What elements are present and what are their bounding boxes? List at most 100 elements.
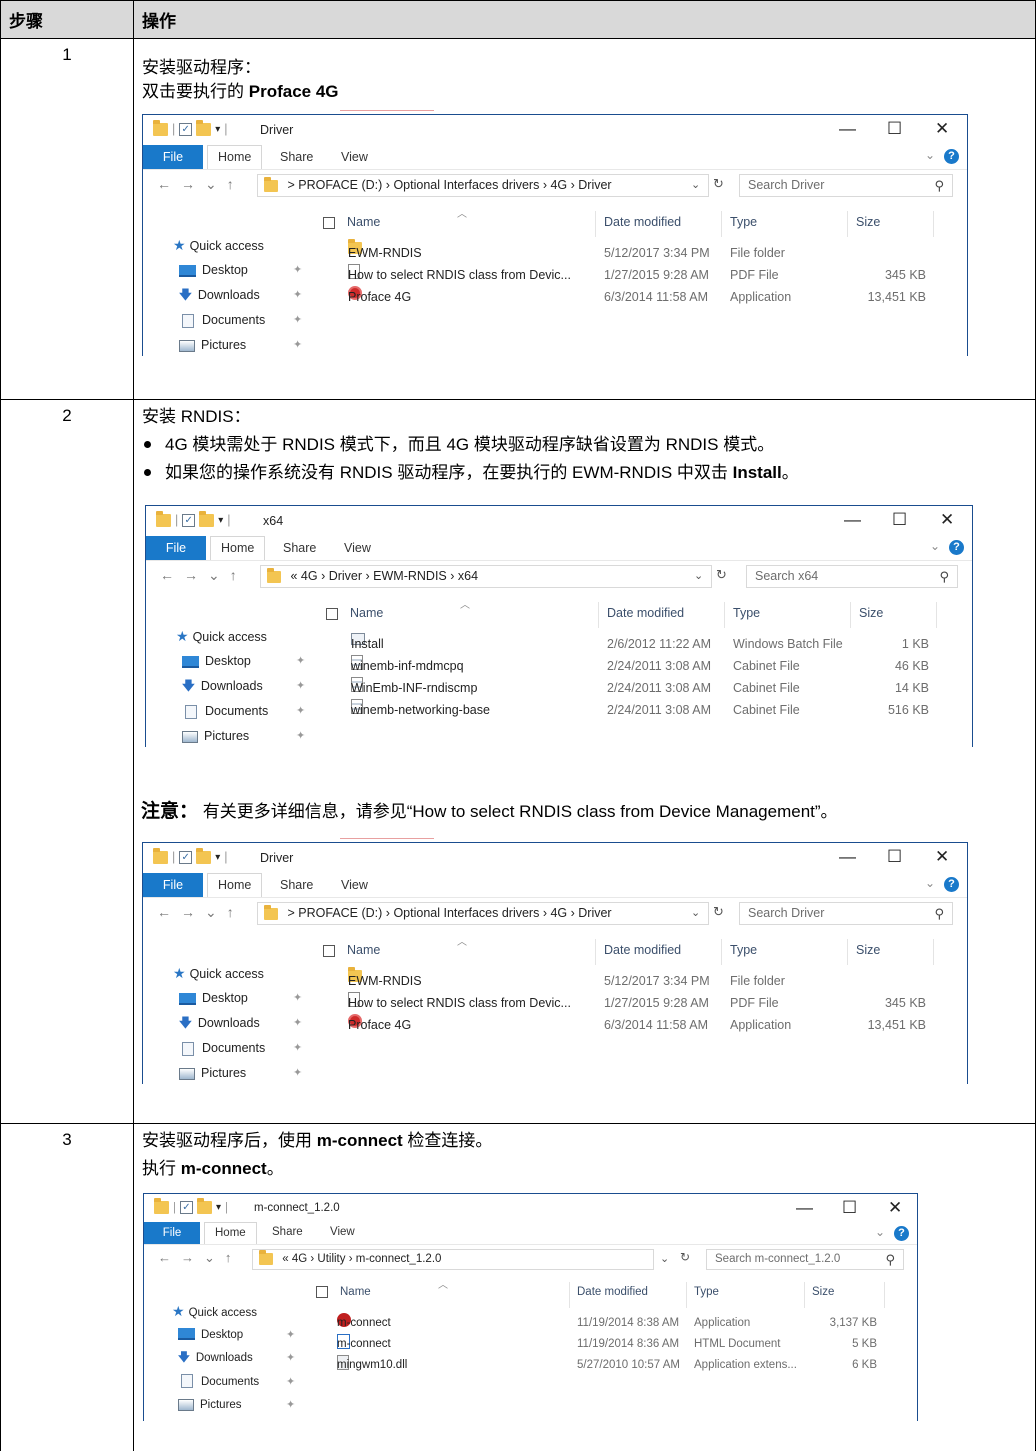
column-divider[interactable] (595, 939, 596, 965)
nav-item-downloads[interactable]: 🡇 Downloads ✦ (176, 674, 305, 699)
nav-item-pictures[interactable]: Pictures ✦ (173, 1061, 302, 1084)
file-row[interactable]: m-connect 11/19/2014 8:38 AM Application… (337, 1313, 897, 1334)
tab-home[interactable]: Home (207, 145, 263, 169)
maximize-icon[interactable]: ☐ (887, 847, 902, 867)
breadcrumb-item[interactable]: x64 (458, 569, 478, 583)
column-divider[interactable] (847, 211, 848, 237)
file-row[interactable]: Install 2/6/2012 11:22 AM Windows Batch … (351, 633, 951, 655)
select-all-checkbox[interactable] (326, 607, 338, 620)
chevron-down-icon[interactable]: ⌄ (925, 876, 935, 890)
address-bar[interactable]: « 4G › Utility › m-connect_1.2.0 (252, 1249, 654, 1270)
breadcrumb-item[interactable]: Driver (578, 178, 611, 192)
properties-icon[interactable]: ✓ (180, 1201, 193, 1214)
tab-share[interactable]: Share (272, 1226, 303, 1238)
minimize-icon[interactable]: — (839, 119, 856, 139)
refresh-icon[interactable]: ↻ (713, 904, 724, 920)
chevron-down-icon[interactable]: ⌄ (930, 539, 940, 553)
column-header-name[interactable]: Name (326, 606, 383, 620)
file-row[interactable]: EWM-RNDIS 5/12/2017 3:34 PM File folder (348, 239, 948, 264)
file-row[interactable]: EWM-RNDIS 5/12/2017 3:34 PM File folder (348, 967, 948, 992)
address-bar[interactable]: « 4G › Driver › EWM-RNDIS › x64 (260, 565, 712, 588)
customize-toolbar-icon[interactable]: ▾ (216, 1202, 221, 1213)
nav-item-documents[interactable]: Documents ✦ (176, 699, 305, 724)
column-header-name[interactable]: Name (323, 215, 380, 229)
column-header-size[interactable]: Size (856, 215, 880, 229)
column-divider[interactable] (847, 939, 848, 965)
nav-item-quick-access[interactable]: ★ Quick access (172, 1300, 259, 1324)
breadcrumb-item[interactable]: 4G (301, 569, 318, 583)
tab-file[interactable]: File (144, 1222, 200, 1244)
column-header-type[interactable]: Type (730, 943, 757, 957)
help-icon[interactable]: ? (949, 540, 964, 555)
tab-file[interactable]: File (146, 536, 206, 560)
nav-buttons[interactable]: ←→⌄↑ (158, 1250, 241, 1266)
dropdown-icon[interactable]: ⌄ (660, 1252, 669, 1265)
nav-item-desktop[interactable]: Desktop ✦ (172, 1324, 295, 1348)
tab-home[interactable]: Home (207, 873, 263, 897)
select-all-checkbox[interactable] (323, 944, 335, 957)
dropdown-icon[interactable]: ⌄ (694, 569, 703, 582)
nav-item-downloads[interactable]: 🡇 Downloads ✦ (173, 1011, 302, 1036)
column-header-size[interactable]: Size (859, 606, 883, 620)
properties-icon[interactable]: ✓ (182, 513, 196, 527)
dropdown-icon[interactable]: ⌄ (691, 906, 700, 919)
file-row[interactable]: How to select RNDIS class from Devic... … (348, 264, 948, 286)
column-divider[interactable] (884, 1282, 885, 1308)
tab-share[interactable]: Share (280, 150, 313, 164)
tab-view[interactable]: View (341, 150, 368, 164)
nav-item-documents[interactable]: Documents ✦ (172, 1371, 295, 1395)
column-header-date[interactable]: Date modified (577, 1286, 648, 1298)
column-divider[interactable] (569, 1282, 570, 1308)
help-icon[interactable]: ? (944, 877, 959, 892)
nav-item-documents[interactable]: Documents ✦ (173, 1036, 302, 1061)
breadcrumb-item[interactable]: EWM-RNDIS (373, 569, 447, 583)
column-header-date[interactable]: Date modified (604, 943, 681, 957)
nav-item-quick-access[interactable]: ★ Quick access (173, 961, 265, 986)
address-bar[interactable]: > PROFACE (D:) › Optional Interfaces dri… (257, 174, 709, 197)
minimize-icon[interactable]: — (796, 1198, 813, 1218)
customize-toolbar-icon[interactable]: ▾ (215, 124, 220, 135)
tab-view[interactable]: View (341, 878, 368, 892)
column-header-name[interactable]: Name (316, 1286, 371, 1298)
file-row[interactable]: mingwm10.dll 5/27/2010 10:57 AM Applicat… (337, 1355, 897, 1376)
column-divider[interactable] (936, 602, 937, 628)
column-header-size[interactable]: Size (856, 943, 880, 957)
column-header-type[interactable]: Type (733, 606, 760, 620)
search-input[interactable]: Search Driver ⚲ (739, 174, 953, 197)
column-divider[interactable] (598, 602, 599, 628)
refresh-icon[interactable]: ↻ (716, 567, 727, 583)
nav-item-desktop[interactable]: Desktop ✦ (173, 986, 302, 1011)
address-bar[interactable]: > PROFACE (D:) › Optional Interfaces dri… (257, 902, 709, 925)
search-input[interactable]: Search m-connect_1.2.0 ⚲ (706, 1249, 904, 1270)
new-folder-icon[interactable] (197, 1198, 212, 1214)
file-row[interactable]: WinEmb-INF-rndiscmp 2/24/2011 3:08 AM Ca… (351, 677, 951, 699)
customize-toolbar-icon[interactable]: ▾ (215, 852, 220, 863)
new-folder-icon[interactable] (199, 510, 215, 527)
breadcrumb-item[interactable]: Driver (329, 569, 362, 583)
column-header-date[interactable]: Date modified (604, 215, 681, 229)
refresh-icon[interactable]: ↻ (680, 1250, 690, 1264)
column-divider[interactable] (804, 1282, 805, 1308)
tab-view[interactable]: View (330, 1226, 355, 1238)
breadcrumb-item[interactable]: 4G (550, 178, 567, 192)
minimize-icon[interactable]: — (839, 847, 856, 867)
close-icon[interactable]: ✕ (935, 847, 949, 867)
maximize-icon[interactable]: ☐ (842, 1198, 857, 1218)
breadcrumb-item[interactable]: m-connect_1.2.0 (356, 1253, 442, 1265)
nav-item-documents[interactable]: Documents ✦ (173, 308, 302, 333)
breadcrumb-item[interactable]: 4G (292, 1253, 307, 1265)
file-row[interactable]: winemb-networking-base 2/24/2011 3:08 AM… (351, 699, 951, 721)
column-divider[interactable] (595, 211, 596, 237)
close-icon[interactable]: ✕ (888, 1198, 902, 1218)
tab-home[interactable]: Home (204, 1222, 257, 1244)
column-header-size[interactable]: Size (812, 1286, 834, 1298)
select-all-checkbox[interactable] (323, 216, 335, 229)
column-header-name[interactable]: Name (323, 943, 380, 957)
tab-file[interactable]: File (143, 145, 203, 169)
tab-home[interactable]: Home (210, 536, 266, 560)
breadcrumb-item[interactable]: PROFACE (D:) (298, 178, 382, 192)
column-divider[interactable] (933, 939, 934, 965)
properties-icon[interactable]: ✓ (179, 850, 193, 864)
nav-item-quick-access[interactable]: ★ Quick access (176, 624, 268, 649)
column-divider[interactable] (686, 1282, 687, 1308)
